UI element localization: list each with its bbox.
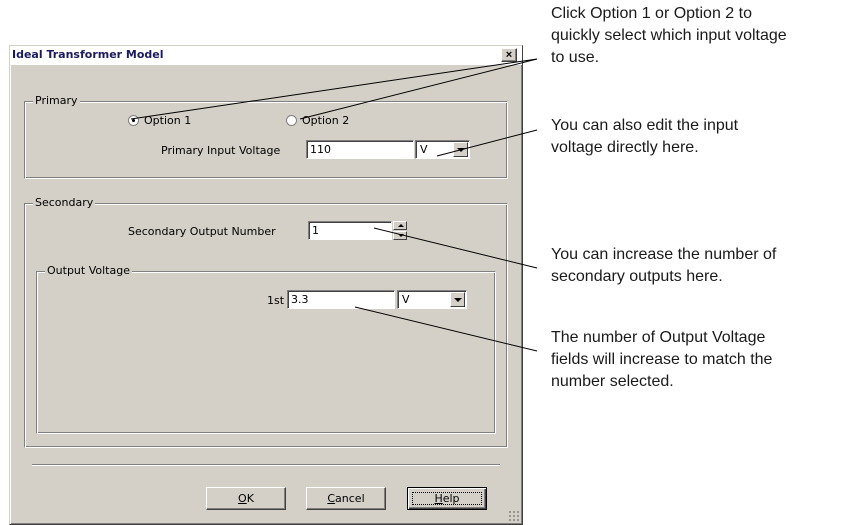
callout-fields-increase: The number of Output Voltage fields will… bbox=[551, 327, 772, 393]
callout-line: You can also edit the input bbox=[551, 117, 739, 134]
callout-line: number selected. bbox=[551, 373, 674, 390]
leader-edit-voltage bbox=[436, 129, 538, 157]
callout-edit-voltage: You can also edit the input voltage dire… bbox=[551, 115, 738, 159]
callout-line: fields will increase to match the bbox=[551, 351, 773, 368]
callout-line: secondary outputs here. bbox=[551, 268, 723, 285]
leader-fields-increase bbox=[354, 306, 538, 352]
callout-increase-outputs: You can increase the number of secondary… bbox=[551, 244, 776, 288]
callout-line: to use. bbox=[551, 49, 600, 66]
callout-line: You can increase the number of bbox=[551, 246, 777, 263]
leader-increase-outputs bbox=[373, 227, 538, 269]
callout-options: Click Option 1 or Option 2 to quickly se… bbox=[551, 3, 787, 69]
callout-line: The number of Output Voltage bbox=[551, 329, 766, 346]
callout-line: quickly select which input voltage bbox=[551, 27, 787, 44]
callout-line: Click Option 1 or Option 2 to bbox=[551, 5, 752, 22]
callout-line: voltage directly here. bbox=[551, 139, 699, 156]
